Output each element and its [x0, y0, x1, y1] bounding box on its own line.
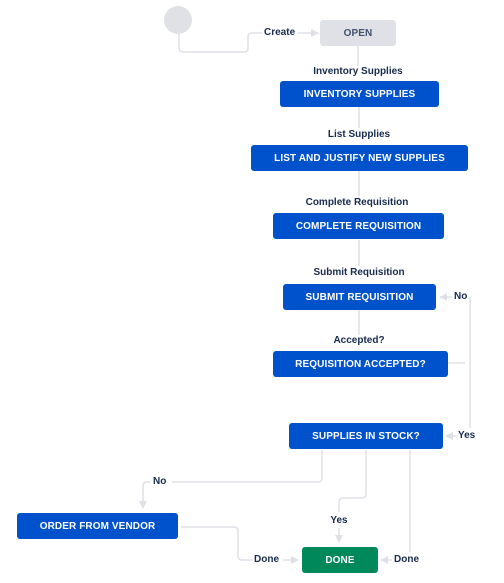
edge-not-in-stock	[172, 450, 323, 483]
edge-create	[178, 32, 262, 53]
status-supplies-in-stock[interactable]: SUPPLIES IN STOCK?	[289, 423, 443, 449]
transition-label-accepted[interactable]: Accepted?	[331, 335, 387, 347]
transition-label-inventory-supplies[interactable]: Inventory Supplies	[311, 66, 405, 78]
transition-label-instock-done[interactable]: Done	[392, 554, 421, 566]
status-complete-requisition[interactable]: COMPLETE REQUISITION	[273, 213, 444, 239]
status-order-from-vendor[interactable]: ORDER FROM VENDOR	[17, 513, 178, 539]
transition-label-not-in-stock-no[interactable]: No	[151, 476, 169, 488]
edge-order-done	[181, 526, 252, 561]
status-requisition-accepted[interactable]: REQUISITION ACCEPTED?	[273, 351, 448, 377]
status-list-and-justify[interactable]: LIST AND JUSTIFY NEW SUPPLIES	[251, 145, 468, 171]
transition-label-submit-requisition[interactable]: Submit Requisition	[311, 267, 407, 279]
transition-label-accepted-yes[interactable]: Yes	[456, 430, 478, 442]
status-inventory-supplies[interactable]: INVENTORY SUPPLIES	[280, 81, 439, 107]
status-open[interactable]: OPEN	[320, 20, 396, 46]
transition-label-list-supplies[interactable]: List Supplies	[325, 129, 393, 141]
transition-label-rejected-no[interactable]: No	[452, 291, 470, 303]
transition-label-create[interactable]: Create	[262, 27, 298, 39]
transition-label-order-done[interactable]: Done	[252, 554, 281, 566]
edge-not-in-stock-2	[139, 481, 150, 509]
start-circle	[164, 6, 192, 34]
status-submit-requisition[interactable]: SUBMIT REQUISITION	[283, 284, 436, 310]
edge-in-stock	[338, 450, 367, 512]
status-done[interactable]: DONE	[302, 547, 378, 573]
transition-label-complete-requisition[interactable]: Complete Requisition	[303, 197, 411, 209]
transition-label-in-stock-yes[interactable]: Yes	[328, 515, 350, 527]
